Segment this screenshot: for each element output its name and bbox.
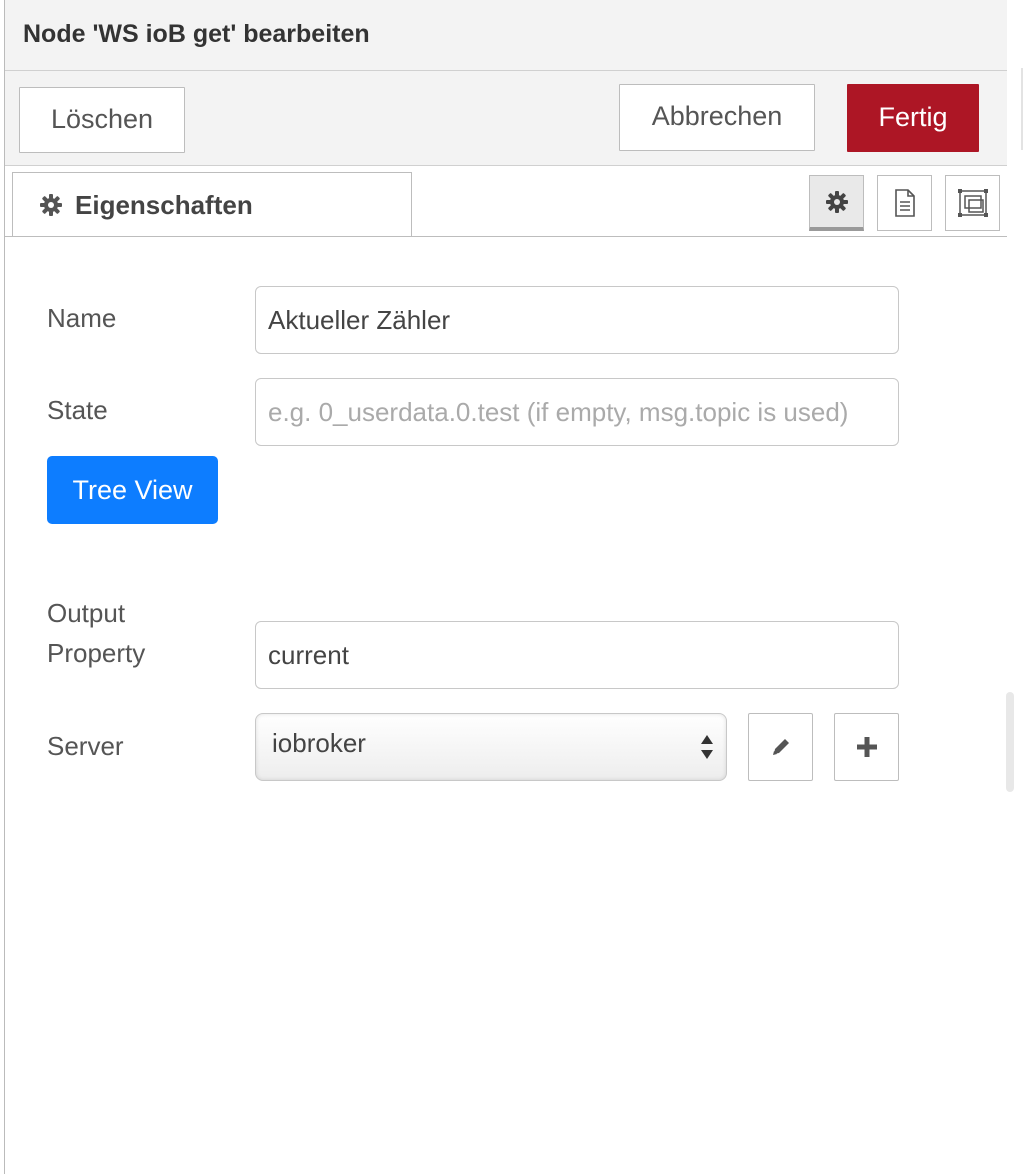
server-label: Server: [47, 731, 124, 761]
output-property-label-line1: Output: [47, 598, 126, 628]
description-tab-button[interactable]: [877, 175, 932, 231]
edit-dialog: Node 'WS ioB get' bearbeiten Löschen Abb…: [4, 0, 1008, 1174]
select-arrows-icon: [700, 733, 714, 766]
server-select[interactable]: iobroker: [255, 713, 727, 781]
cancel-button[interactable]: Abbrechen: [619, 84, 815, 151]
edit-server-button[interactable]: [748, 713, 813, 781]
tab-properties-label: Eigenschaften: [75, 190, 253, 220]
scrollbar-thumb[interactable]: [1006, 692, 1014, 792]
dialog-header: Node 'WS ioB get' bearbeiten: [5, 0, 1007, 71]
delete-button[interactable]: Löschen: [19, 87, 185, 153]
state-label: State: [47, 395, 108, 425]
tree-view-button[interactable]: Tree View: [47, 456, 218, 524]
server-selected-value: iobroker: [272, 728, 366, 758]
state-input[interactable]: [255, 378, 899, 446]
output-property-label-line2: Property: [47, 638, 146, 668]
add-server-button[interactable]: [834, 713, 899, 781]
settings-tab-button[interactable]: [809, 175, 864, 231]
appearance-tab-button[interactable]: [945, 175, 1000, 231]
name-label: Name: [47, 303, 117, 333]
gear-icon: [39, 193, 63, 217]
output-property-input[interactable]: [255, 621, 899, 689]
dialog-title: Node 'WS ioB get' bearbeiten: [23, 20, 370, 48]
done-button[interactable]: Fertig: [847, 84, 979, 152]
divider: [1021, 68, 1023, 150]
tab-bar: Eigenschaften: [5, 166, 1007, 237]
tab-properties[interactable]: Eigenschaften: [12, 172, 412, 236]
name-input[interactable]: [255, 286, 899, 354]
right-edge-strip: [1007, 0, 1028, 1174]
dialog-toolbar: Löschen Abbrechen Fertig: [5, 71, 1007, 166]
